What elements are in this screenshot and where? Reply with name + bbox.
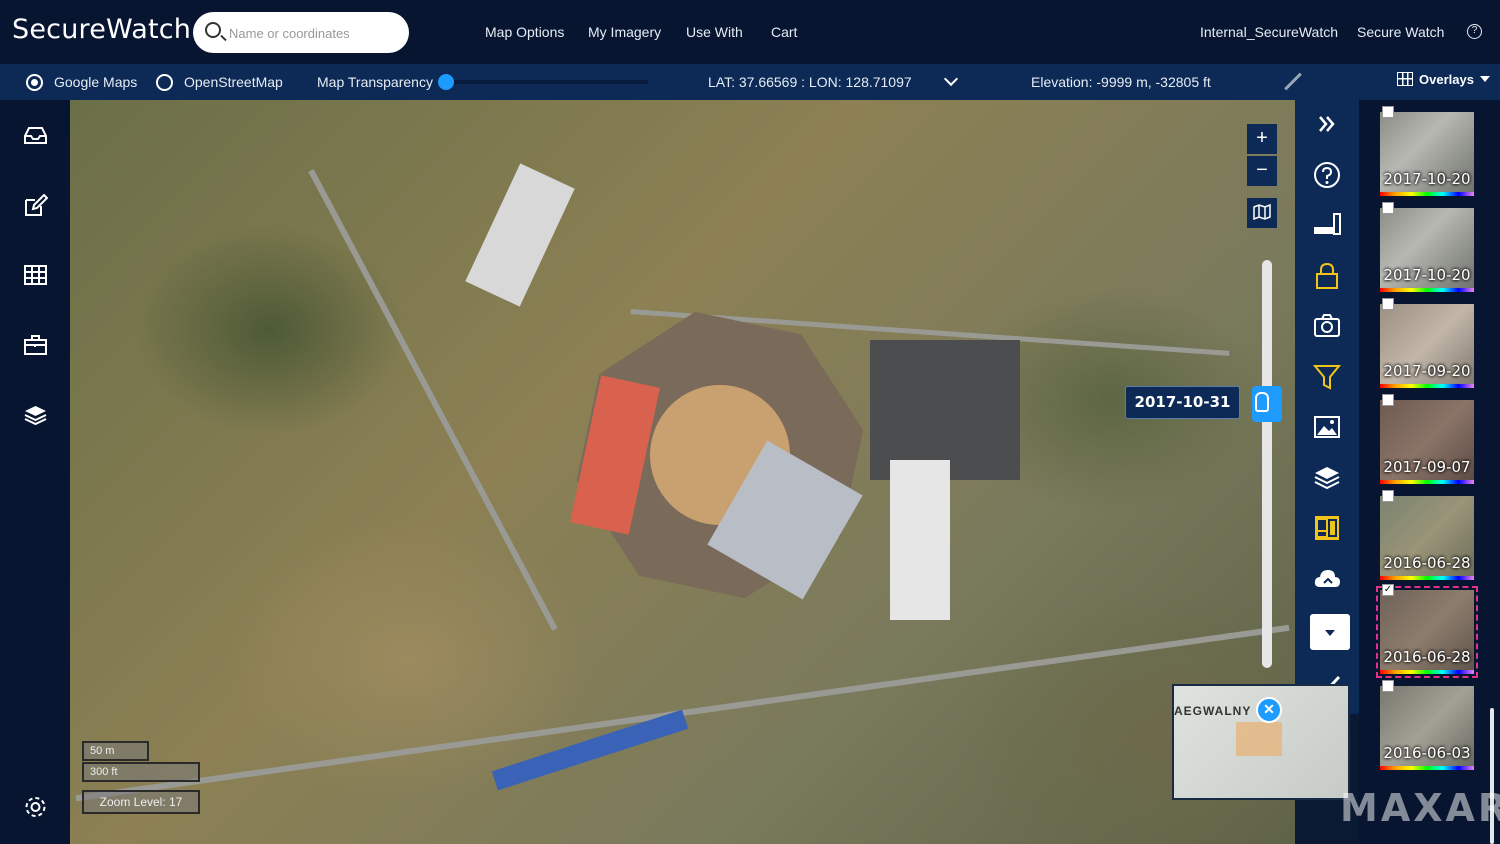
imagery-thumbnail[interactable]: 2017-10-20: [1380, 202, 1474, 292]
zoom-in-button[interactable]: +: [1247, 124, 1277, 154]
imagery-thumbnail[interactable]: 2016-06-03: [1380, 680, 1474, 770]
maxar-watermark: MAXAR: [1340, 786, 1500, 830]
camera-icon[interactable]: [1313, 312, 1341, 340]
building: [890, 460, 950, 620]
thumbnail-date: 2017-09-07: [1383, 458, 1471, 476]
map-icon: [1253, 203, 1271, 221]
dropdown-button[interactable]: [1310, 614, 1350, 650]
thumbnail-checkbox[interactable]: [1382, 394, 1394, 406]
building: [465, 163, 575, 307]
date-tooltip: 2017-10-31: [1125, 386, 1240, 419]
caret-down-icon: [1479, 76, 1490, 82]
close-icon[interactable]: ✕: [1256, 697, 1282, 723]
radio-openstreetmap[interactable]: [156, 74, 173, 91]
thumbnail-date: 2016-06-28: [1383, 554, 1471, 572]
thumbnail-date: 2017-10-20: [1383, 266, 1471, 284]
id-card-icon[interactable]: [1313, 514, 1341, 542]
left-sidebar: [0, 100, 70, 844]
nav-cart[interactable]: Cart: [771, 24, 797, 40]
imagery-thumbnail[interactable]: 2017-10-20: [1380, 106, 1474, 196]
thumbnail-checkbox[interactable]: [1382, 298, 1394, 310]
thumbnail-date: 2017-09-20: [1383, 362, 1471, 380]
signal-bar-icon[interactable]: [1313, 211, 1341, 239]
coordinate-readout: LAT: 37.66569 : LON: 128.71097: [708, 74, 912, 90]
imagery-thumbnail-selected[interactable]: ✓ 2016-06-28: [1376, 584, 1478, 678]
search-icon: [205, 22, 221, 38]
image-icon[interactable]: [1313, 413, 1341, 441]
lock-icon[interactable]: [1313, 262, 1341, 290]
imagery-thumbnail[interactable]: 2016-06-28: [1380, 490, 1474, 580]
app-logo[interactable]: SecureWatch: [12, 14, 191, 45]
imagery-thumbnail[interactable]: 2017-09-07: [1380, 394, 1474, 484]
cloud-cover-bar: [1380, 670, 1474, 674]
account-menu[interactable]: Internal_SecureWatch: [1200, 24, 1338, 40]
nav-use-with[interactable]: Use With: [686, 24, 743, 40]
zoom-out-button[interactable]: −: [1247, 156, 1277, 186]
map-transparency-label: Map Transparency: [317, 74, 433, 90]
radio-google-maps-label: Google Maps: [54, 74, 138, 90]
settings-icon[interactable]: [23, 796, 48, 818]
cloud-cover-bar: [1380, 288, 1474, 292]
zoom-level-display: Zoom Level: 17: [82, 790, 200, 814]
thumbnail-checkbox[interactable]: [1382, 106, 1394, 118]
thumbnail-checkbox-checked[interactable]: ✓: [1382, 584, 1394, 596]
cloud-cover-bar: [1380, 384, 1474, 388]
layers-icon[interactable]: [23, 404, 48, 426]
parking-lot: [870, 340, 1020, 480]
cloud-cover-bar: [1380, 766, 1474, 770]
cloud-cover-bar: [1380, 576, 1474, 580]
nav-map-options[interactable]: Map Options: [485, 24, 564, 40]
search-input[interactable]: [229, 22, 399, 44]
date-slider-track[interactable]: [1262, 260, 1272, 668]
map-options-bar: Google Maps OpenStreetMap Map Transparen…: [0, 64, 1500, 100]
cloud-cover-bar: [1380, 192, 1474, 196]
thumbnail-checkbox[interactable]: [1382, 202, 1394, 214]
layers-icon[interactable]: [1313, 464, 1341, 492]
elevation-readout: Elevation: -9999 m, -32805 ft: [1031, 74, 1211, 90]
overlays-label: Overlays: [1419, 72, 1474, 87]
inbox-icon[interactable]: [23, 124, 48, 146]
top-bar: SecureWatch Map Options My Imagery Use W…: [0, 0, 1500, 64]
hand-cursor-icon: [1255, 392, 1269, 412]
thumbnail-date: 2017-10-20: [1383, 170, 1471, 188]
satellite-map[interactable]: [70, 100, 1295, 844]
transparency-slider-thumb[interactable]: [438, 74, 454, 90]
thumbnail-checkbox[interactable]: [1382, 680, 1394, 692]
cloud-icon[interactable]: [1313, 565, 1341, 593]
edit-icon[interactable]: [23, 194, 48, 216]
product-menu[interactable]: Secure Watch: [1357, 24, 1444, 40]
table-icon: [1397, 72, 1413, 86]
thumbnail-date: 2016-06-03: [1383, 744, 1471, 762]
double-chevron-right-icon[interactable]: [1313, 110, 1341, 138]
filter-icon[interactable]: [1313, 363, 1341, 391]
search-box[interactable]: [193, 12, 409, 53]
imagery-thumbnail[interactable]: 2017-09-20: [1380, 298, 1474, 388]
radio-google-maps[interactable]: [26, 74, 43, 91]
minimap-label: AEGWALNY: [1174, 704, 1252, 718]
nav-my-imagery[interactable]: My Imagery: [588, 24, 661, 40]
caret-down-icon: [1325, 630, 1335, 636]
cloud-cover-bar: [1380, 480, 1474, 484]
scale-bar-meters: 50 m: [82, 741, 149, 761]
scale-bar-feet: 300 ft: [82, 762, 200, 782]
transparency-slider-track[interactable]: [446, 80, 648, 84]
grid-icon[interactable]: [23, 264, 48, 286]
minimap-viewport: [1236, 722, 1282, 756]
overlays-button[interactable]: Overlays: [1397, 72, 1490, 87]
thumbnail-checkbox[interactable]: [1382, 490, 1394, 502]
help-icon[interactable]: ?: [1467, 24, 1482, 39]
radio-openstreetmap-label: OpenStreetMap: [184, 74, 283, 90]
help-icon[interactable]: [1313, 161, 1341, 189]
briefcase-icon[interactable]: [23, 334, 48, 356]
building-row: [491, 709, 689, 791]
map-view-button[interactable]: [1247, 198, 1277, 228]
thumbnail-date: 2016-06-28: [1383, 648, 1471, 666]
